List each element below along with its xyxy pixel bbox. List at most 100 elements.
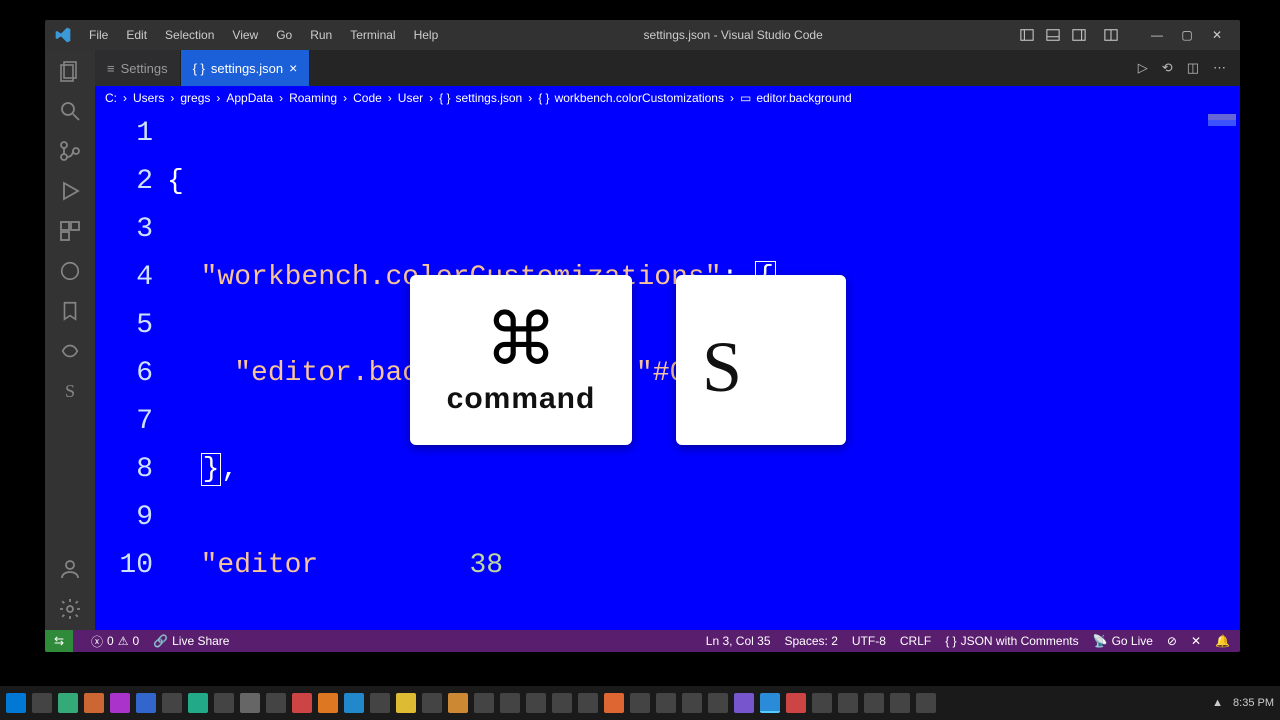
crumb[interactable]: Code xyxy=(353,91,382,105)
tab-settings[interactable]: ≡ Settings xyxy=(95,50,181,86)
bookmark-icon[interactable] xyxy=(57,298,83,324)
taskbar-app-icon[interactable] xyxy=(812,693,832,713)
tab-close-icon[interactable]: × xyxy=(289,60,297,76)
keycap-s: S xyxy=(676,275,846,445)
taskbar-app-icon[interactable] xyxy=(526,693,546,713)
panel-right-icon[interactable] xyxy=(1072,28,1086,42)
taskbar-app-icon[interactable] xyxy=(422,693,442,713)
extensions-icon[interactable] xyxy=(57,218,83,244)
settings-gear-icon[interactable] xyxy=(57,596,83,622)
status-ext-icon-1[interactable]: ⊘ xyxy=(1167,634,1177,648)
cursor-position[interactable]: Ln 3, Col 35 xyxy=(706,634,771,648)
minimize-button[interactable]: ― xyxy=(1142,20,1172,50)
window-title: settings.json - Visual Studio Code xyxy=(446,28,1020,42)
live-share-status[interactable]: 🔗 Live Share xyxy=(153,634,229,648)
ext-icon-1[interactable] xyxy=(57,258,83,284)
layout-icon[interactable] xyxy=(1104,28,1118,42)
crumb[interactable]: AppData xyxy=(226,91,273,105)
taskbar-app-icon[interactable] xyxy=(734,693,754,713)
crumb[interactable]: { } workbench.colorCustomizations xyxy=(538,91,724,105)
editor-actions: ▷ ⟲ ◫ ⋯ xyxy=(1124,50,1240,86)
menu-terminal[interactable]: Terminal xyxy=(342,24,403,46)
more-actions-icon[interactable]: ⋯ xyxy=(1213,60,1226,76)
run-icon[interactable]: ▷ xyxy=(1138,60,1148,76)
accounts-icon[interactable] xyxy=(57,556,83,582)
crumb[interactable]: C: xyxy=(105,91,117,105)
taskbar-app-icon[interactable] xyxy=(474,693,494,713)
crumb[interactable]: Roaming xyxy=(289,91,337,105)
crumb[interactable]: gregs xyxy=(180,91,210,105)
taskbar-app-icon[interactable] xyxy=(838,693,858,713)
status-bar: ⇆ ⓧ 0 ⚠ 0 🔗 Live Share Ln 3, Col 35 Spac… xyxy=(45,630,1240,652)
taskbar-vscode-icon[interactable] xyxy=(760,693,780,713)
taskbar-app-icon[interactable] xyxy=(136,693,156,713)
run-debug-icon[interactable] xyxy=(57,178,83,204)
taskbar-app-icon[interactable] xyxy=(344,693,364,713)
menu-run[interactable]: Run xyxy=(302,24,340,46)
taskbar-app-icon[interactable] xyxy=(448,693,468,713)
taskbar-app-icon[interactable] xyxy=(916,693,936,713)
taskbar-app-icon[interactable] xyxy=(214,693,234,713)
menu-edit[interactable]: Edit xyxy=(118,24,155,46)
keycap-label: command xyxy=(447,382,596,416)
windows-taskbar[interactable]: ▲ 8:35 PM xyxy=(0,686,1280,720)
taskbar-app-icon[interactable] xyxy=(292,693,312,713)
remote-indicator[interactable]: ⇆ xyxy=(45,630,73,652)
tab-settings-json[interactable]: { } settings.json × xyxy=(181,50,311,86)
taskbar-app-icon[interactable] xyxy=(552,693,572,713)
search-icon[interactable] xyxy=(57,98,83,124)
crumb[interactable]: User xyxy=(398,91,423,105)
taskbar-app-icon[interactable] xyxy=(396,693,416,713)
taskbar-app-icon[interactable] xyxy=(240,693,260,713)
notifications-icon[interactable]: 🔔 xyxy=(1215,634,1230,648)
status-ext-icon-2[interactable]: ✕ xyxy=(1191,634,1201,648)
taskbar-app-icon[interactable] xyxy=(110,693,130,713)
taskbar-app-icon[interactable] xyxy=(500,693,520,713)
taskbar-app-icon[interactable] xyxy=(84,693,104,713)
taskbar-app-icon[interactable] xyxy=(266,693,286,713)
taskbar-app-icon[interactable] xyxy=(58,693,78,713)
open-settings-ui-icon[interactable]: ⟲ xyxy=(1162,60,1173,76)
crumb[interactable]: Users xyxy=(133,91,164,105)
crumb[interactable]: ▭ editor.background xyxy=(740,91,852,105)
panel-left-icon[interactable] xyxy=(1020,28,1034,42)
breadcrumb[interactable]: C:› Users› gregs› AppData› Roaming› Code… xyxy=(95,86,1240,110)
taskbar-clock[interactable]: 8:35 PM xyxy=(1233,697,1274,709)
taskbar-app-icon[interactable] xyxy=(682,693,702,713)
encoding-status[interactable]: UTF-8 xyxy=(852,634,886,648)
close-button[interactable]: ✕ xyxy=(1202,20,1232,50)
go-live-status[interactable]: 📡 Go Live xyxy=(1093,634,1153,648)
taskbar-app-icon[interactable] xyxy=(370,693,390,713)
menu-file[interactable]: File xyxy=(81,24,116,46)
taskbar-app-icon[interactable] xyxy=(890,693,910,713)
eol-status[interactable]: CRLF xyxy=(900,634,931,648)
system-tray[interactable]: ▲ xyxy=(1212,697,1223,709)
source-control-icon[interactable] xyxy=(57,138,83,164)
taskbar-app-icon[interactable] xyxy=(630,693,650,713)
explorer-icon[interactable] xyxy=(57,58,83,84)
indentation-status[interactable]: Spaces: 2 xyxy=(785,634,838,648)
ext-icon-2[interactable] xyxy=(57,338,83,364)
taskbar-app-icon[interactable] xyxy=(318,693,338,713)
problems-status[interactable]: ⓧ 0 ⚠ 0 xyxy=(91,633,139,650)
taskbar-app-icon[interactable] xyxy=(188,693,208,713)
menu-go[interactable]: Go xyxy=(268,24,300,46)
panel-bottom-icon[interactable] xyxy=(1046,28,1060,42)
taskbar-app-icon[interactable] xyxy=(604,693,624,713)
maximize-button[interactable]: ▢ xyxy=(1172,20,1202,50)
menu-help[interactable]: Help xyxy=(406,24,447,46)
menu-view[interactable]: View xyxy=(224,24,266,46)
taskbar-app-icon[interactable] xyxy=(656,693,676,713)
taskbar-app-icon[interactable] xyxy=(786,693,806,713)
taskbar-app-icon[interactable] xyxy=(708,693,728,713)
language-mode[interactable]: { } JSON with Comments xyxy=(945,634,1078,648)
taskbar-app-icon[interactable] xyxy=(32,693,52,713)
ext-icon-3[interactable]: S xyxy=(57,378,83,404)
menu-selection[interactable]: Selection xyxy=(157,24,222,46)
taskbar-app-icon[interactable] xyxy=(578,693,598,713)
split-editor-icon[interactable]: ◫ xyxy=(1187,60,1199,76)
taskbar-app-icon[interactable] xyxy=(162,693,182,713)
start-button[interactable] xyxy=(6,693,26,713)
taskbar-app-icon[interactable] xyxy=(864,693,884,713)
crumb[interactable]: { } settings.json xyxy=(439,91,522,105)
